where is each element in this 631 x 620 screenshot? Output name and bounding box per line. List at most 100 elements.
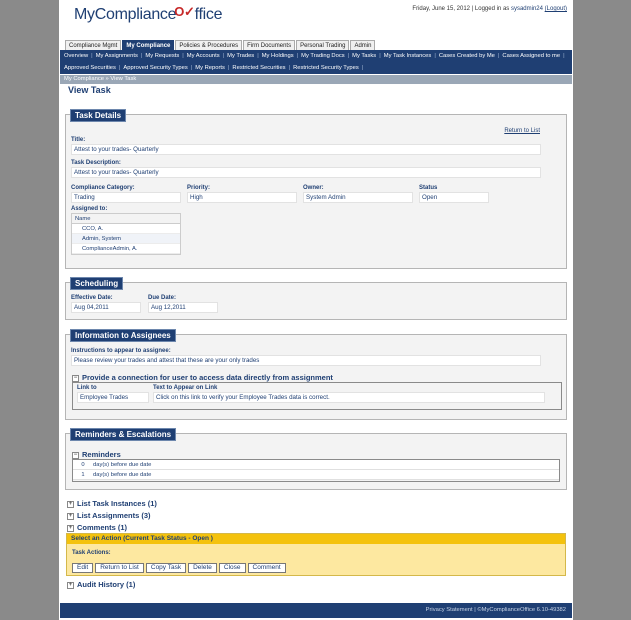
connection-heading[interactable]: − Provide a connection for user to access… [72,373,333,382]
owner-value: System Admin [303,192,413,203]
tab-policies-procedures[interactable]: Policies & Procedures [175,40,243,50]
priority-label: Priority: [187,185,211,191]
task-actions-label: Task Actions: [72,550,111,556]
expand-plus-icon[interactable]: + [67,500,74,508]
current-date: Friday, June 15, 2012 [412,6,471,12]
subnav-cases-created[interactable]: Cases Created by Me [439,53,495,59]
owner-label: Owner: [303,185,324,191]
list-task-instances-label: List Task Instances (1) [77,499,157,508]
instructions-value: Please review your trades and attest tha… [71,355,541,366]
audit-history-label: Audit History (1) [77,580,136,589]
category-label: Compliance Category: [71,185,135,191]
link-connection-box: Link to Employee Trades Text to Appear o… [72,382,562,410]
subnav-my-requests[interactable]: My Requests [145,53,179,59]
subnav-separator: | [182,53,184,59]
subnav-my-assignments[interactable]: My Assignments [96,53,138,59]
list-item: 0 day(s) before due date [73,460,559,470]
expand-plus-icon[interactable]: + [67,512,74,520]
category-value: Trading [71,192,181,203]
subnav-separator: | [118,65,121,71]
close-button[interactable]: Close [218,563,246,573]
tab-firm-documents[interactable]: Firm Documents [243,40,296,50]
link-text-label: Text to Appear on Link [153,385,218,391]
privacy-statement-link[interactable]: Privacy Statement [426,607,473,613]
status-value: Open [419,192,489,203]
breadcrumb: My Compliance » View Task [60,75,572,84]
link-to-label: Link to [77,385,97,391]
subnav-separator: | [140,53,143,59]
reminders-section: Reminders & Escalations − Reminders 0 day… [65,428,567,490]
table-row: CCO, A. [72,224,180,234]
delete-button[interactable]: Delete [188,563,217,573]
effective-date-value: Aug 04,2011 [71,302,141,313]
subnav-separator: | [288,65,291,71]
logged-in-label: | Logged in as [471,6,510,12]
comment-button[interactable]: Comment [247,563,286,573]
scheduling-section: Scheduling Effective Date: Aug 04,2011 D… [65,277,567,320]
collapse-minus-icon[interactable]: − [72,374,79,382]
subnav-restricted-security-types[interactable]: Restricted Security Types [293,65,359,71]
subnav-my-task-instances[interactable]: My Task Instances [384,53,432,59]
tab-admin[interactable]: Admin [350,40,376,50]
logo-check-icon: O✓ [174,4,195,19]
collapse-minus-icon[interactable]: − [72,451,79,459]
action-panel-header: Select an Action (Current Task Status - … [67,534,565,544]
title-value: Attest to your trades- Quarterly [71,144,541,155]
due-date-value: Aug 12,2011 [148,302,218,313]
list-item: 1 day(s) before due date [73,470,559,480]
task-details-section: Task Details Return to List Title: Attes… [65,109,567,269]
subnav-overview[interactable]: Overview [64,53,88,59]
subnav-row-1: Overview | My Assignments | My Requests | M… [60,50,572,62]
task-details-header: Task Details [70,109,127,122]
reminder-days: 0 [81,462,85,468]
subnav-separator: | [227,65,230,71]
reminder-days: 1 [81,472,85,478]
logout-link[interactable]: (Logout) [545,6,567,12]
assigned-to-label: Assigned to: [71,206,108,212]
audit-history-toggle[interactable]: + Audit History (1) [67,580,135,589]
tab-compliance-mgmt[interactable]: Compliance Mgmt [65,40,122,50]
status-label: Status [419,185,438,191]
task-actions-buttons: Edit Return to List Copy Task Delete Clo… [72,563,288,573]
subnav-my-accounts[interactable]: My Accounts [187,53,220,59]
user-info: Friday, June 15, 2012 | Logged in as sys… [412,6,567,12]
link-to-value: Employee Trades [77,392,149,403]
expand-plus-icon[interactable]: + [67,524,74,532]
edit-button[interactable]: Edit [72,563,94,573]
subnav-my-trading-docs[interactable]: My Trading Docs [301,53,345,59]
subnav-restricted-securities[interactable]: Restricted Securities [232,65,285,71]
expand-plus-icon[interactable]: + [67,581,74,589]
instructions-label: Instructions to appear to assignee: [71,348,171,354]
subnav-separator: | [257,53,259,59]
copy-task-button[interactable]: Copy Task [145,563,187,573]
page-container: MyComplianceO✓ffice Friday, June 15, 201… [59,0,573,620]
tab-my-compliance[interactable]: My Compliance [122,40,175,50]
app-header: MyComplianceO✓ffice Friday, June 15, 201… [59,0,573,38]
tab-personal-trading[interactable]: Personal Trading [296,40,350,50]
logo-suffix: ffice [194,6,223,23]
connection-heading-text: Provide a connection for user to access … [82,373,333,382]
app-logo[interactable]: MyComplianceO✓ffice [74,4,223,24]
subnav-my-holdings[interactable]: My Holdings [262,53,294,59]
subnav-my-trades[interactable]: My Trades [227,53,254,59]
effective-date-label: Effective Date: [71,295,113,301]
comments-toggle[interactable]: + Comments (1) [67,523,127,532]
reminders-subheading[interactable]: − Reminders [72,450,121,459]
action-panel: Select an Action (Current Task Status - … [66,533,566,576]
return-to-list-button[interactable]: Return to List [95,563,144,573]
subnav-separator: | [347,53,350,59]
list-task-instances-toggle[interactable]: + List Task Instances (1) [67,499,157,508]
subnav-row-2: Approved Securities | Approved Security T… [60,62,572,74]
information-header: Information to Assignees [70,329,176,342]
subnav-my-reports[interactable]: My Reports [195,65,225,71]
subnav-separator: | [563,53,565,59]
subnav-cases-assigned[interactable]: Cases Assigned to me [502,53,560,59]
subnav-approved-securities[interactable]: Approved Securities [64,65,116,71]
list-assignments-toggle[interactable]: + List Assignments (3) [67,511,150,520]
sub-navigation: Overview | My Assignments | My Requests | M… [60,50,572,74]
subnav-separator: | [434,53,436,59]
scheduling-header: Scheduling [70,277,124,290]
subnav-approved-security-types[interactable]: Approved Security Types [123,65,187,71]
return-to-list-link[interactable]: Return to List [504,128,540,134]
subnav-my-tasks[interactable]: My Tasks [352,53,376,59]
